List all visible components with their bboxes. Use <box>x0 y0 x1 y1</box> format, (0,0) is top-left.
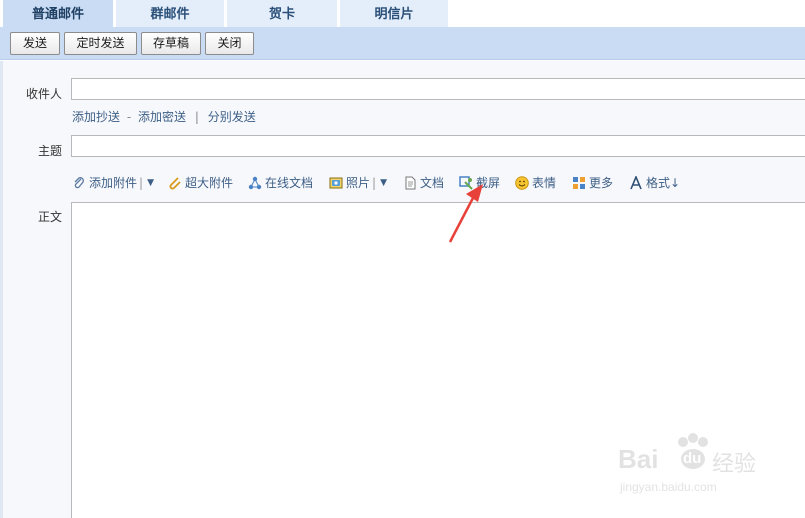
online-doc-button[interactable]: 在线文档 <box>248 174 313 192</box>
body-label: 正文 <box>37 210 62 224</box>
recipient-input[interactable] <box>71 78 805 100</box>
chevron-down-icon[interactable]: ▼ <box>147 174 154 192</box>
add-attachment-label: 添加附件 <box>89 176 138 190</box>
scheduled-send-button[interactable]: 定时发送 <box>64 32 137 55</box>
tab-group-mail[interactable]: 群邮件 <box>116 0 224 27</box>
separate-send-link[interactable]: 分别发送 <box>208 110 256 124</box>
photo-icon <box>329 177 343 189</box>
watermark-cn: 经验 <box>712 451 757 476</box>
action-toolbar: 发送 定时发送 存草稿 关闭 <box>0 27 805 60</box>
paperclip-icon <box>74 177 84 189</box>
document-icon <box>405 176 416 190</box>
send-button[interactable]: 发送 <box>10 32 60 55</box>
grid-icon <box>573 177 585 189</box>
emoji-button[interactable]: 表情 <box>515 174 556 192</box>
recipient-options: 添加抄送 - 添加密送 | 分别发送 <box>72 108 256 125</box>
add-bcc-link[interactable]: 添加密送 <box>138 110 186 124</box>
tab-postcard[interactable]: 明信片 <box>340 0 448 27</box>
left-border <box>0 61 3 518</box>
watermark-url: jingyan.baidu.com <box>620 480 717 494</box>
tab-bar: 普通邮件 群邮件 贺卡 明信片 <box>0 0 805 27</box>
photo-button[interactable]: 照片 | ▼ <box>329 174 387 192</box>
document-button[interactable]: 文档 <box>403 174 444 192</box>
more-button[interactable]: 更多 <box>572 174 613 192</box>
font-a-icon <box>630 176 642 190</box>
add-cc-link[interactable]: 添加抄送 <box>72 110 120 124</box>
separator: | <box>139 176 144 190</box>
online-doc-label: 在线文档 <box>265 176 314 190</box>
emoji-label: 表情 <box>532 176 557 190</box>
subject-label: 主题 <box>37 144 62 158</box>
share-nodes-icon <box>248 176 262 190</box>
baidu-watermark: Bai du 经验 jingyan.baidu.com <box>612 430 772 500</box>
recipient-label: 收件人 <box>25 87 62 101</box>
separator: | <box>372 176 377 190</box>
pipe-separator: | <box>194 110 199 124</box>
dash-separator: - <box>126 110 132 124</box>
save-draft-button[interactable]: 存草稿 <box>141 32 201 55</box>
chevron-down-icon[interactable]: ▼ <box>380 174 387 192</box>
large-attachment-label: 超大附件 <box>185 176 234 190</box>
tab-greeting-card[interactable]: 贺卡 <box>227 0 337 27</box>
large-attachment-button[interactable]: 超大附件 <box>168 174 233 192</box>
subject-input[interactable] <box>71 135 805 157</box>
tab-regular-mail[interactable]: 普通邮件 <box>3 0 113 27</box>
photo-label: 照片 <box>346 176 371 190</box>
smiley-icon <box>515 176 529 190</box>
more-label: 更多 <box>589 176 614 190</box>
format-button[interactable]: 格式↓ <box>629 174 680 192</box>
watermark-brand: Bai <box>618 444 659 474</box>
annotation-arrow-icon <box>448 184 483 243</box>
format-label: 格式↓ <box>646 176 681 190</box>
watermark-brand-2: du <box>683 450 702 467</box>
clip-icon <box>169 177 181 190</box>
close-button[interactable]: 关闭 <box>205 32 254 55</box>
add-attachment-button[interactable]: 添加附件 | ▼ <box>72 174 154 192</box>
